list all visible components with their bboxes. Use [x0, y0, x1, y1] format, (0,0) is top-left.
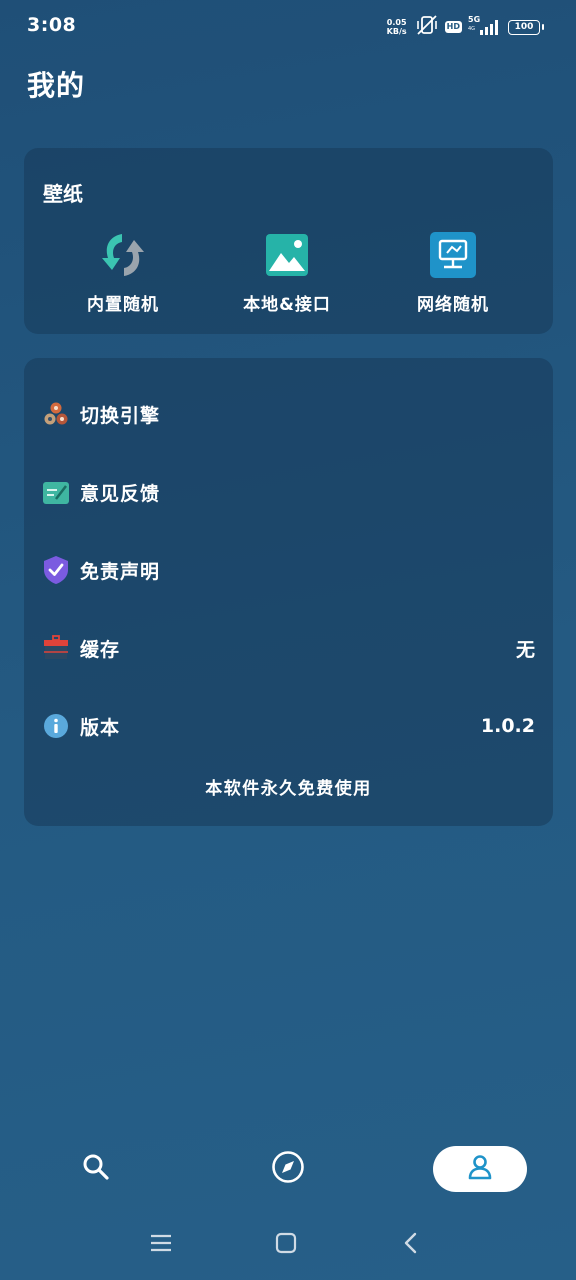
wallpaper-card: 壁纸 内置随机 本地&接口 网络随机 [24, 148, 553, 334]
status-icons: 0.05 KB/s HD 5G 4G 100 [385, 14, 544, 40]
search-icon [81, 1152, 111, 1186]
settings-item-version[interactable]: 版本 1.0.2 [24, 696, 553, 756]
status-bar: 3:08 0.05 KB/s HD 5G 4G 100 [0, 0, 576, 52]
feedback-icon [41, 477, 71, 507]
network-monitor-icon [426, 228, 480, 282]
nav-profile-button[interactable] [433, 1146, 527, 1192]
settings-item-switch-engine[interactable]: 切换引擎 [24, 384, 553, 444]
settings-item-disclaimer[interactable]: 免责声明 [24, 540, 553, 600]
settings-item-label: 切换引擎 [80, 404, 161, 427]
wallpaper-item-label: 本地&接口 [243, 295, 331, 315]
settings-item-cache[interactable]: 缓存 无 [24, 618, 553, 678]
wallpaper-item-label: 内置随机 [87, 295, 159, 315]
refresh-arrows-icon [96, 228, 150, 282]
signal-icon: 5G 4G [468, 15, 502, 37]
shield-check-icon [41, 555, 71, 585]
menu-icon [149, 1232, 173, 1258]
net-speed: 0.05 KB/s [385, 18, 409, 36]
engine-switch-icon [41, 399, 71, 429]
home-button[interactable] [271, 1232, 301, 1258]
image-icon [260, 228, 314, 282]
vibrate-off-icon [415, 14, 439, 40]
person-icon [466, 1153, 494, 1185]
free-use-note: 本软件永久免费使用 [205, 779, 372, 799]
settings-card: 切换引擎 意见反馈 免责声明 缓存 无 版本 1.0.2 本软件永久免费使用 [24, 358, 553, 826]
back-chevron-icon [401, 1231, 421, 1259]
home-square-icon [274, 1231, 298, 1259]
settings-item-label: 意见反馈 [80, 482, 161, 505]
status-time: 3:08 [27, 14, 77, 36]
back-button[interactable] [396, 1232, 426, 1258]
cache-size-value: 无 [515, 638, 535, 661]
settings-item-feedback[interactable]: 意见反馈 [24, 462, 553, 522]
wallpaper-network-random-button[interactable]: 网络随机 [378, 228, 528, 318]
page-title: 我的 [27, 69, 86, 102]
nav-discover-button[interactable] [258, 1146, 318, 1192]
version-value: 1.0.2 [480, 715, 535, 737]
settings-item-label: 版本 [80, 716, 121, 739]
hd-badge: HD [444, 21, 462, 33]
settings-item-label: 缓存 [80, 638, 121, 661]
nav-search-button[interactable] [66, 1146, 126, 1192]
net-speed-value: 0.05 [386, 18, 407, 27]
info-icon [41, 711, 71, 741]
cache-icon [41, 633, 71, 663]
wallpaper-builtin-random-button[interactable]: 内置随机 [48, 228, 198, 318]
system-nav-bar [0, 1222, 576, 1268]
wallpaper-local-api-button[interactable]: 本地&接口 [212, 228, 362, 318]
wallpaper-section-title: 壁纸 [43, 182, 83, 206]
battery-indicator: 100 [508, 19, 544, 35]
settings-item-label: 免责声明 [80, 560, 161, 583]
menu-button[interactable] [146, 1232, 176, 1258]
compass-icon [271, 1150, 305, 1188]
net-speed-unit: KB/s [386, 27, 407, 36]
bottom-nav [0, 1140, 576, 1200]
wallpaper-item-label: 网络随机 [417, 295, 489, 315]
